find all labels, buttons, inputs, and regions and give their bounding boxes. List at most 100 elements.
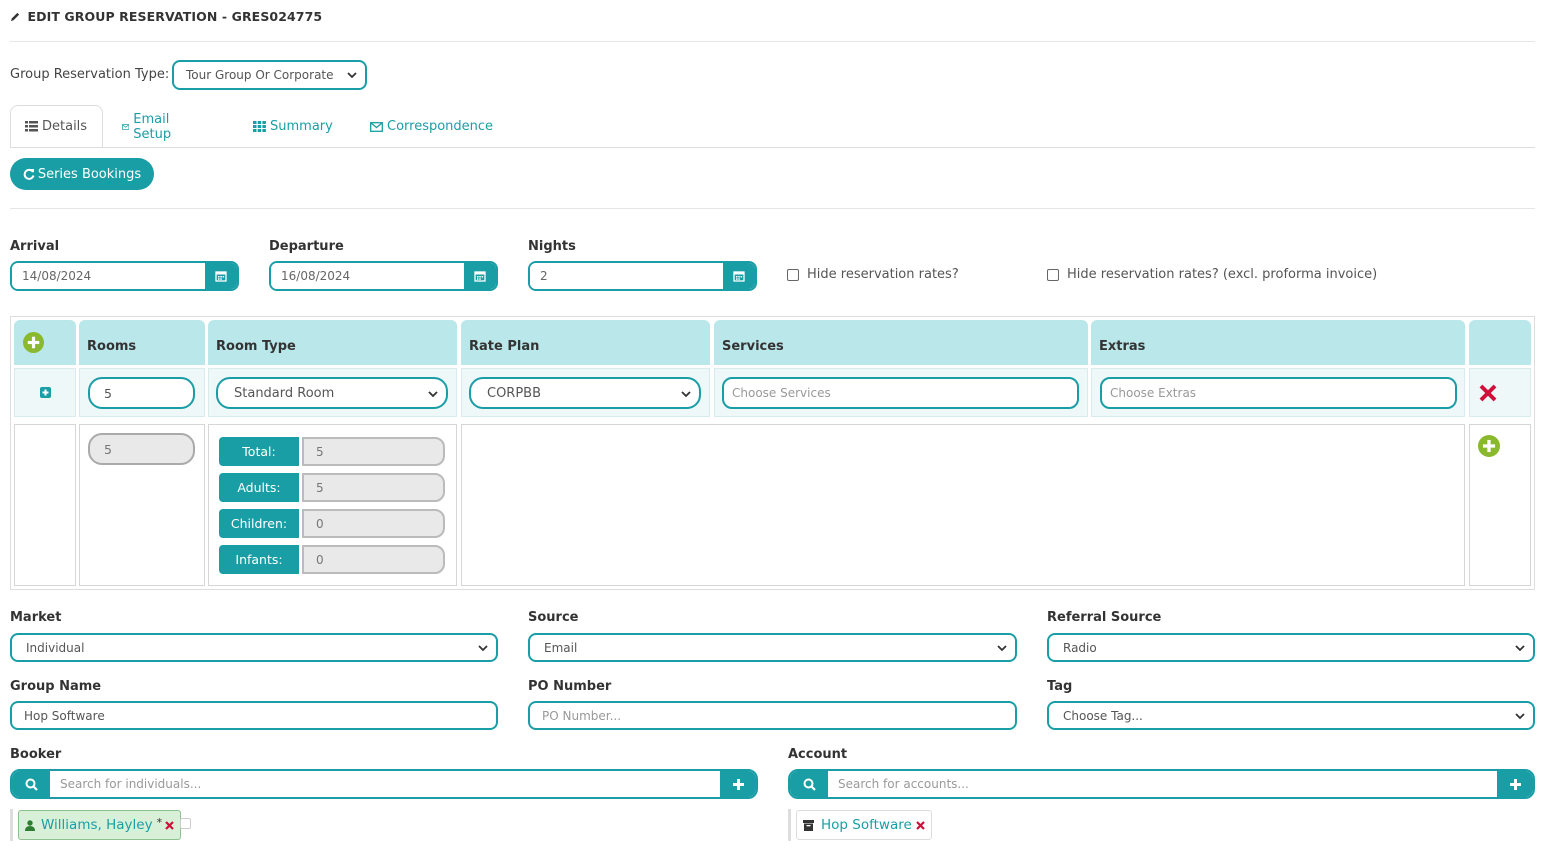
actions-header: [1469, 320, 1531, 365]
booker-label: Booker: [10, 747, 62, 762]
adults-input[interactable]: 5: [302, 473, 445, 502]
pencil-icon: [10, 12, 20, 22]
envelope-icon: [370, 121, 383, 132]
refresh-icon: [23, 168, 35, 180]
search-button[interactable]: [12, 771, 50, 797]
departure-label: Departure: [269, 239, 344, 254]
detail-empty-cell: [461, 424, 1465, 586]
po-number-input[interactable]: PO Number...: [528, 701, 1017, 730]
chevron-down-icon: [347, 72, 357, 79]
remove-x-icon[interactable]: [165, 820, 174, 830]
tab-email-setup[interactable]: Email Setup: [122, 105, 177, 148]
chevron-down-icon: [1515, 644, 1525, 651]
tab-correspondence[interactable]: Correspondence: [370, 105, 493, 148]
plus-icon: [1509, 778, 1521, 790]
source-select[interactable]: Email: [528, 633, 1017, 662]
calendar-button[interactable]: [723, 263, 755, 289]
booker-search[interactable]: Search for individuals...: [10, 769, 758, 799]
archive-icon: [803, 819, 814, 831]
chevron-down-icon: [997, 644, 1007, 651]
chevron-down-icon: [478, 644, 488, 651]
tag-label: Tag: [1047, 679, 1073, 694]
departure-date-field[interactable]: 16/08/2024: [269, 261, 498, 291]
remove-x-icon[interactable]: [916, 820, 925, 830]
remove-cell: [1469, 368, 1531, 417]
chip-separator: [788, 809, 791, 841]
group-type-select[interactable]: Tour Group Or Corporate: [172, 60, 367, 90]
series-bookings-button[interactable]: Series Bookings: [10, 158, 154, 190]
occupancy-label: Infants:: [219, 545, 299, 574]
group-type-label: Group Reservation Type:: [10, 67, 170, 82]
rate-plan-select[interactable]: CORPBB: [469, 377, 701, 409]
account-chip[interactable]: Hop Software: [796, 810, 932, 840]
nights-field[interactable]: 2: [528, 261, 757, 291]
tab-summary[interactable]: Summary: [253, 105, 333, 148]
search-icon: [25, 778, 38, 791]
referral-source-label: Referral Source: [1047, 610, 1162, 625]
group-name-input[interactable]: Hop Software: [10, 701, 498, 730]
plus-square-icon[interactable]: [39, 387, 51, 398]
calendar-icon: [733, 271, 745, 282]
booker-search-input[interactable]: Search for individuals...: [50, 771, 720, 797]
po-number-label: PO Number: [528, 679, 612, 694]
arrival-date-value: 14/08/2024: [12, 263, 205, 289]
checkbox-box[interactable]: [1047, 268, 1059, 281]
arrival-label: Arrival: [10, 239, 60, 254]
rooms-header: Rooms: [79, 320, 205, 365]
room-type-select[interactable]: Standard Room: [216, 377, 448, 409]
extras-header: Extras: [1091, 320, 1465, 365]
checkbox-box[interactable]: [787, 268, 799, 281]
hide-rates-checkbox[interactable]: Hide reservation rates?: [787, 267, 959, 282]
departure-date-value: 16/08/2024: [271, 263, 464, 289]
chip-separator: [10, 809, 13, 841]
group-name-label: Group Name: [10, 679, 102, 694]
arrival-date-field[interactable]: 14/08/2024: [10, 261, 239, 291]
infants-input[interactable]: 0: [302, 545, 445, 574]
nights-label: Nights: [528, 239, 576, 254]
extras-input[interactable]: Choose Extras: [1100, 377, 1457, 409]
add-booker-button[interactable]: [720, 771, 756, 797]
add-room-header: [14, 320, 76, 365]
market-select[interactable]: Individual: [10, 633, 498, 662]
search-button[interactable]: [790, 771, 828, 797]
children-input[interactable]: 0: [302, 509, 445, 538]
add-circle-icon[interactable]: [23, 332, 44, 353]
rooms-input[interactable]: 5: [88, 377, 195, 409]
calendar-icon: [215, 271, 227, 282]
market-label: Market: [10, 610, 62, 625]
source-label: Source: [528, 610, 579, 625]
services-input[interactable]: Choose Services: [722, 377, 1079, 409]
calendar-icon: [474, 271, 486, 282]
grid-icon: [253, 121, 266, 132]
plus-icon: [732, 778, 744, 790]
account-search-input[interactable]: Search for accounts...: [828, 771, 1497, 797]
envelope-icon: [122, 123, 130, 130]
booker-checkbox[interactable]: [180, 818, 191, 829]
page-title: EDIT GROUP RESERVATION - GRES024775: [10, 9, 322, 24]
calendar-button[interactable]: [464, 263, 496, 289]
tag-select[interactable]: Choose Tag...: [1047, 701, 1535, 730]
user-icon: [25, 819, 35, 831]
rooms-readonly: 5: [88, 433, 195, 465]
account-label: Account: [788, 747, 848, 762]
expand-cell: [14, 368, 76, 417]
room-type-header: Room Type: [208, 320, 457, 365]
add-account-button[interactable]: [1497, 771, 1533, 797]
hide-rates-excl-checkbox[interactable]: Hide reservation rates? (excl. proforma …: [1047, 267, 1377, 282]
divider: [10, 41, 1535, 42]
divider: [10, 208, 1535, 209]
tab-divider: [10, 147, 1535, 148]
total-input[interactable]: 5: [302, 437, 445, 466]
chevron-down-icon: [681, 391, 691, 398]
list-icon: [25, 121, 38, 132]
add-circle-icon[interactable]: [1478, 435, 1500, 457]
calendar-button[interactable]: [205, 263, 237, 289]
booker-chip[interactable]: Williams, Hayley *: [18, 810, 182, 840]
tab-details[interactable]: Details: [10, 105, 103, 148]
account-search[interactable]: Search for accounts...: [788, 769, 1535, 799]
chevron-down-icon: [428, 391, 438, 398]
occupancy-label: Total:: [219, 437, 299, 466]
chevron-down-icon: [1515, 712, 1525, 719]
referral-source-select[interactable]: Radio: [1047, 633, 1535, 662]
remove-x-icon[interactable]: [1479, 384, 1497, 402]
